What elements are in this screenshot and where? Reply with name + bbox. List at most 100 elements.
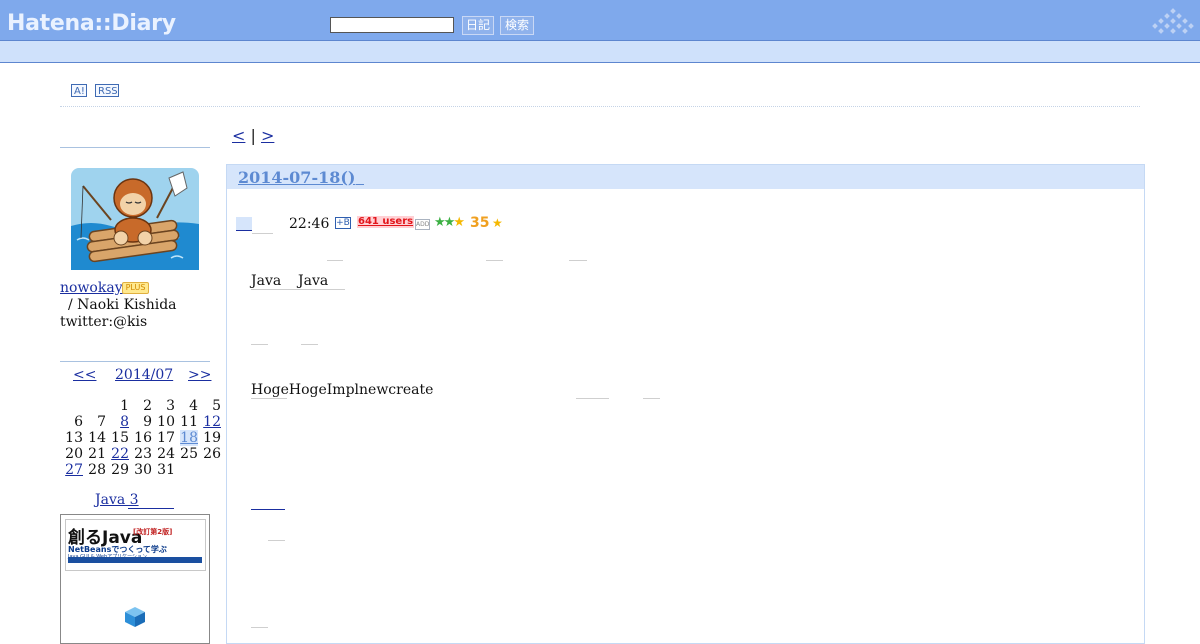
book-cover-edition: [改訂第2版] <box>133 528 173 536</box>
diary-button[interactable]: 日記 <box>462 16 494 35</box>
calendar-day: 9 <box>143 414 152 430</box>
bookmark-users-badge[interactable]: 641 users <box>357 216 415 228</box>
sub-bar <box>0 41 1200 63</box>
calendar-day: 24 <box>157 446 175 462</box>
calendar-day: 20 <box>65 446 83 462</box>
search-input[interactable] <box>330 17 454 33</box>
text-underline <box>251 398 287 399</box>
calendar-day: 28 <box>88 462 106 478</box>
calendar-day: 16 <box>134 430 152 446</box>
calendar-day: 15 <box>111 430 129 446</box>
pager-separator: | <box>250 126 256 145</box>
hatena-menu-icon[interactable] <box>1150 8 1196 36</box>
text-underline <box>251 289 345 290</box>
text-fragment <box>569 260 587 261</box>
search-button[interactable]: 検索 <box>500 16 534 35</box>
calendar-day: 23 <box>134 446 152 462</box>
calendar-day: 21 <box>88 446 106 462</box>
calendar-day[interactable]: 18 <box>175 430 198 446</box>
profile-image[interactable] <box>71 168 199 270</box>
calendar-day: 10 <box>157 414 175 430</box>
day-date-link[interactable]: 2014-07-18() <box>238 168 355 187</box>
day-entry-box <box>226 164 1145 644</box>
day-date-underline <box>356 184 364 185</box>
calendar-day: 25 <box>180 446 198 462</box>
calendar-day[interactable]: 8 <box>106 414 129 430</box>
calendar-day[interactable]: 22 <box>106 446 129 462</box>
book-cover-bar <box>68 557 202 563</box>
entry-time: 22:46 <box>289 216 330 232</box>
calendar-day: 26 <box>203 446 221 462</box>
calendar-day-link[interactable]: 12 <box>203 414 221 430</box>
calendar-day-link[interactable]: 18 <box>180 430 198 446</box>
calendar-day[interactable]: 27 <box>60 462 83 478</box>
inline-link[interactable] <box>251 509 285 510</box>
hatena-diary-logo[interactable]: Hatena::Diary <box>7 11 176 36</box>
next-day-link[interactable]: > <box>261 126 274 145</box>
sidebar-divider <box>60 147 210 148</box>
paragraph-text: Java <box>298 273 329 289</box>
text-fragment <box>301 344 318 345</box>
calendar-day <box>175 462 198 478</box>
username-link[interactable]: nowokay <box>60 280 123 296</box>
calendar-day: 7 <box>97 414 106 430</box>
cube-icon <box>125 607 145 627</box>
calendar-day <box>83 398 106 414</box>
calendar-grid: 1 2 3 4 5 6 7 8 9 10 11 12 13 14 15 16 17 18 19 20 21 22 23 24 2… <box>60 398 221 478</box>
calendar-day: 14 <box>88 430 106 446</box>
section-title-underline <box>252 233 273 234</box>
calendar-day: 6 <box>74 414 83 430</box>
toolbar-divider <box>60 106 1140 107</box>
calendar-day: 11 <box>180 414 198 430</box>
header-bar <box>0 0 1200 41</box>
add-star-icon[interactable]: ADD <box>415 219 430 230</box>
hatena-bookmark-icon[interactable]: +B <box>335 217 351 229</box>
day-header <box>227 165 1144 189</box>
section-anchor-link[interactable] <box>236 217 252 231</box>
calendar-day-link[interactable]: 22 <box>111 446 129 462</box>
text-fragment <box>643 398 660 399</box>
day-pager: < | > <box>232 126 274 145</box>
calendar-day: 30 <box>134 462 152 478</box>
rss-icon[interactable]: RSS <box>95 84 119 97</box>
calendar-day: 13 <box>65 430 83 446</box>
calendar-day <box>198 462 221 478</box>
star-count[interactable]: 35 <box>470 215 489 231</box>
paragraph-text: Java <box>251 273 282 289</box>
calendar-month-link[interactable]: 2014/07 <box>115 367 173 383</box>
real-name: / Naoki Kishida <box>68 297 177 313</box>
antenna-icon[interactable]: A! <box>71 84 87 97</box>
prev-day-link[interactable]: < <box>232 126 245 145</box>
plus-badge: PLUS <box>122 282 149 294</box>
calendar-prev-link[interactable]: << <box>73 367 96 383</box>
twitter-handle: twitter:@kis <box>60 314 148 330</box>
green-star-icon: ★★ <box>434 215 455 230</box>
text-fragment <box>486 260 503 261</box>
calendar-day: 17 <box>157 430 175 446</box>
calendar-day: 19 <box>203 430 221 446</box>
text-fragment <box>327 260 343 261</box>
calendar-day: 31 <box>157 462 175 478</box>
calendar-day[interactable]: 12 <box>198 414 221 430</box>
calendar-day: 2 <box>143 398 152 414</box>
book-title-link[interactable]: Java 3 <box>95 492 139 508</box>
calendar-day: 29 <box>111 462 129 478</box>
star-add-icon[interactable]: ★ <box>492 216 503 230</box>
calendar-day-link[interactable]: 27 <box>65 462 83 478</box>
calendar-day: 4 <box>189 398 198 414</box>
text-fragment <box>251 627 268 628</box>
text-fragment <box>251 344 268 345</box>
text-fragment <box>268 540 285 541</box>
book-title-underline <box>128 508 174 509</box>
calendar-day-link[interactable]: 8 <box>120 414 129 430</box>
yellow-star-icon: ★ <box>453 215 465 230</box>
book-cover-image[interactable]: 創るJava [改訂第2版] NetBeansでつくって学ぶ Java GUI … <box>60 514 210 644</box>
calendar-day: 5 <box>212 398 221 414</box>
star-icons[interactable]: ★★★ <box>434 215 465 230</box>
calendar-day: 3 <box>166 398 175 414</box>
calendar-day: 1 <box>120 398 129 414</box>
calendar-next-link[interactable]: >> <box>188 367 211 383</box>
calendar-day <box>60 398 83 414</box>
text-fragment <box>576 398 609 399</box>
sidebar-divider <box>60 361 210 362</box>
